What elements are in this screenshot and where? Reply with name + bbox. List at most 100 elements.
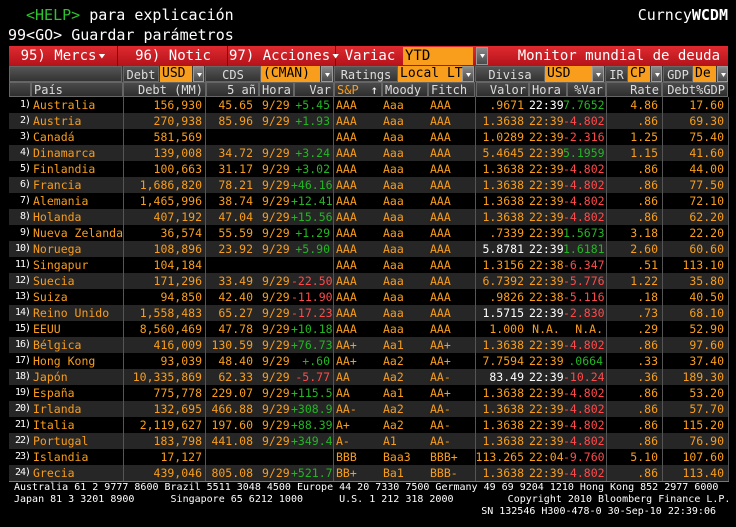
variac-dropdown[interactable] (476, 47, 488, 65)
cell-country[interactable]: Islandia (33, 449, 88, 465)
table-row[interactable]: 18) Japón 10,335,869 62.33 9/29 -5.77 AA Aa2 AA-… (9, 369, 728, 385)
ir-field[interactable]: CP (628, 66, 650, 82)
cell-country[interactable]: Hong Kong (33, 353, 95, 369)
cds-source-dropdown[interactable] (321, 66, 333, 82)
ir-dropdown[interactable] (651, 66, 662, 82)
table-row[interactable]: 4) Dinamarca 139,008 34.72 9/29 +3.24 AAA Aaa AA… (9, 145, 728, 161)
table-row[interactable]: 6) Francia 1,686,820 78.21 9/29 +46.16 AAA Aaa A… (9, 177, 728, 193)
cell-debt: 171,296 (153, 274, 202, 288)
cell-country[interactable]: Canadá (33, 129, 75, 145)
cell-country[interactable]: Austria (33, 113, 81, 129)
header-rate[interactable]: Rate (606, 82, 662, 97)
table-row[interactable]: 3) Canadá 581,569 AAA Aaa AAA 1.0289 22:39 -2.31… (9, 129, 728, 145)
header-hora[interactable]: Hora (259, 82, 294, 97)
table-row[interactable]: 16) Bélgica 416,009 130.59 9/29 +76.73 AA+ Aa1 A… (9, 337, 728, 353)
ratings-field[interactable]: Local LT (398, 66, 463, 82)
cell-country[interactable]: Noruega (33, 241, 81, 257)
header-fitch[interactable]: Fitch (428, 82, 475, 97)
dropdown-arrow-icon (98, 53, 106, 59)
cell-fitch: BBB- (430, 466, 458, 480)
table-row[interactable]: 24) Grecia 439,046 805.08 9/29 +521.7 BB+ Ba1 BB… (9, 465, 728, 481)
cell-country[interactable]: Reino Unido (33, 305, 109, 321)
table-row[interactable]: 1) Australia 156,930 45.65 9/29 +5.45 AAA Aaa AA… (9, 97, 728, 113)
table-row[interactable]: 9) Nueva Zelanda 36,574 55.59 9/29 +1.29 AAA Aa… (9, 225, 728, 241)
cell-moody: Baa3 (383, 450, 411, 464)
cell-country[interactable]: Francia (33, 177, 81, 193)
help-key[interactable]: <HELP> (26, 6, 80, 24)
table-row[interactable]: 19) España 775,778 229.07 9/29 +115.5 AA Aa1 AA+… (9, 385, 728, 401)
notic-button[interactable]: 96) Notic (119, 46, 228, 66)
cell-fitch: AA+ (430, 386, 451, 400)
cell-country[interactable]: Suecia (33, 273, 75, 289)
cell-country[interactable]: Singapur (33, 257, 88, 273)
save-parameters-line[interactable]: 99<GO> Guardar parámetros (8, 26, 234, 44)
cell-country[interactable]: Alemania (33, 193, 88, 209)
table-row[interactable]: 22) Portugal 183,798 441.08 9/29 +349.4 A- A1 AA… (9, 433, 728, 449)
table-row[interactable]: 13) Suiza 94,850 42.40 9/29 -11.90 AAA Aaa AAA .9… (9, 289, 728, 305)
cell-hora: 9/29 (262, 226, 290, 240)
cell-country[interactable]: Holanda (33, 209, 81, 225)
cell-pvar: 5.1959 (563, 146, 605, 160)
cell-gdp: 37.40 (689, 354, 724, 368)
cell-country[interactable]: Grecia (33, 465, 75, 481)
header-hora2[interactable]: Hora (529, 82, 567, 97)
cell-moody: Aaa (383, 306, 404, 320)
cell-cds: 34.72 (218, 146, 253, 160)
header-pais[interactable]: País (31, 82, 123, 97)
cell-var: +349.4 (291, 434, 333, 448)
table-row[interactable]: 5) Finlandia 100,663 31.17 9/29 +3.02 AAA Aaa AA… (9, 161, 728, 177)
mercs-button[interactable]: 95) Mercs (9, 46, 118, 66)
table-row[interactable]: 11) Singapur 104,184 AAA Aaa AAA 1.3156 22:38 -6… (9, 257, 728, 273)
table-row[interactable]: 15) EEUU 8,560,469 47.78 9/29 +10.18 AAA Aaa AAA… (9, 321, 728, 337)
cell-country[interactable]: Japón (33, 369, 68, 385)
ratings-dropdown[interactable] (462, 66, 474, 82)
table-row[interactable]: 14) Reino Unido 1,558,483 65.27 9/29 -17.23 AA… (9, 305, 728, 321)
variac-field[interactable]: YTD (403, 47, 473, 65)
header-moody[interactable]: Moody (382, 82, 428, 97)
debt-currency-dropdown[interactable] (193, 66, 204, 82)
header-sp[interactable]: S&P ↑ (334, 82, 382, 97)
cell-country[interactable]: Irlanda (33, 401, 81, 417)
cell-country[interactable]: Finlandia (33, 161, 95, 177)
header-cds[interactable]: 5 añ (206, 82, 259, 97)
cell-country[interactable]: Bélgica (33, 337, 81, 353)
table-row[interactable]: 23) Islandia 17,127 BBB Baa3 BBB+ 113.265 22:04… (9, 449, 728, 465)
table-row[interactable]: 21) Italia 2,119,627 197.60 9/29 +88.39 A+ Aa2 A… (9, 417, 728, 433)
cell-country[interactable]: Australia (33, 97, 95, 113)
table-row[interactable]: 20) Irlanda 132,695 466.88 9/29 +308.9 AA- Aa2 A… (9, 401, 728, 417)
column-divider (662, 97, 663, 481)
cell-sp: AAA (336, 114, 357, 128)
cell-moody: Aaa (383, 178, 404, 192)
divisa-dropdown[interactable] (592, 66, 604, 82)
cell-rate: 1.22 (630, 274, 658, 288)
table-row[interactable]: 8) Holanda 407,192 47.04 9/29 +15.56 AAA Aaa AAA… (9, 209, 728, 225)
debt-currency-field[interactable]: USD (160, 66, 192, 82)
cell-country[interactable]: España (33, 385, 75, 401)
divisa-field[interactable]: USD (545, 66, 592, 82)
header-valor[interactable]: Valor (476, 82, 529, 97)
cell-country[interactable]: Dinamarca (33, 145, 95, 161)
cell-country[interactable]: EEUU (33, 321, 61, 337)
cell-pvar: -4.802 (563, 210, 605, 224)
cell-moody: Aaa (383, 258, 404, 272)
cell-country[interactable]: Portugal (33, 433, 88, 449)
cds-source-field[interactable]: (CMAN) (261, 66, 320, 82)
table-row[interactable]: 10) Noruega 108,896 23.92 9/29 +5.90 AAA Aaa AAA… (9, 241, 728, 257)
table-row[interactable]: 12) Suecia 171,296 33.49 9/29 -22.50 AAA Aaa AAA… (9, 273, 728, 289)
header-debt-gdp[interactable]: Debt%GDP (662, 82, 728, 97)
table-row[interactable]: 7) Alemania 1,465,996 38.74 9/29 +12.41 AAA Aaa… (9, 193, 728, 209)
gdp-field[interactable]: De (693, 66, 716, 82)
cell-country[interactable]: Suiza (33, 289, 68, 305)
header-debt[interactable]: Debt (MM) (123, 82, 206, 97)
cell-hora2: 22:39 (529, 146, 564, 160)
cell-fitch: BBB+ (430, 450, 458, 464)
table-row[interactable]: 17) Hong Kong 93,039 48.40 9/29 +.60 AA+ Aa2 AA+… (9, 353, 728, 369)
cell-country[interactable]: Nueva Zelanda (33, 225, 123, 241)
header-var[interactable]: Var (294, 82, 334, 97)
table-row[interactable]: 2) Austria 270,938 85.96 9/29 +1.93 AAA Aaa AAA 1… (9, 113, 728, 129)
debt-label: Debt (123, 66, 159, 82)
gdp-dropdown[interactable] (717, 66, 728, 82)
header-pvar[interactable]: %Var (567, 82, 606, 97)
acciones-button[interactable]: 97) Acciones (229, 46, 340, 66)
cell-country[interactable]: Italia (33, 417, 75, 433)
